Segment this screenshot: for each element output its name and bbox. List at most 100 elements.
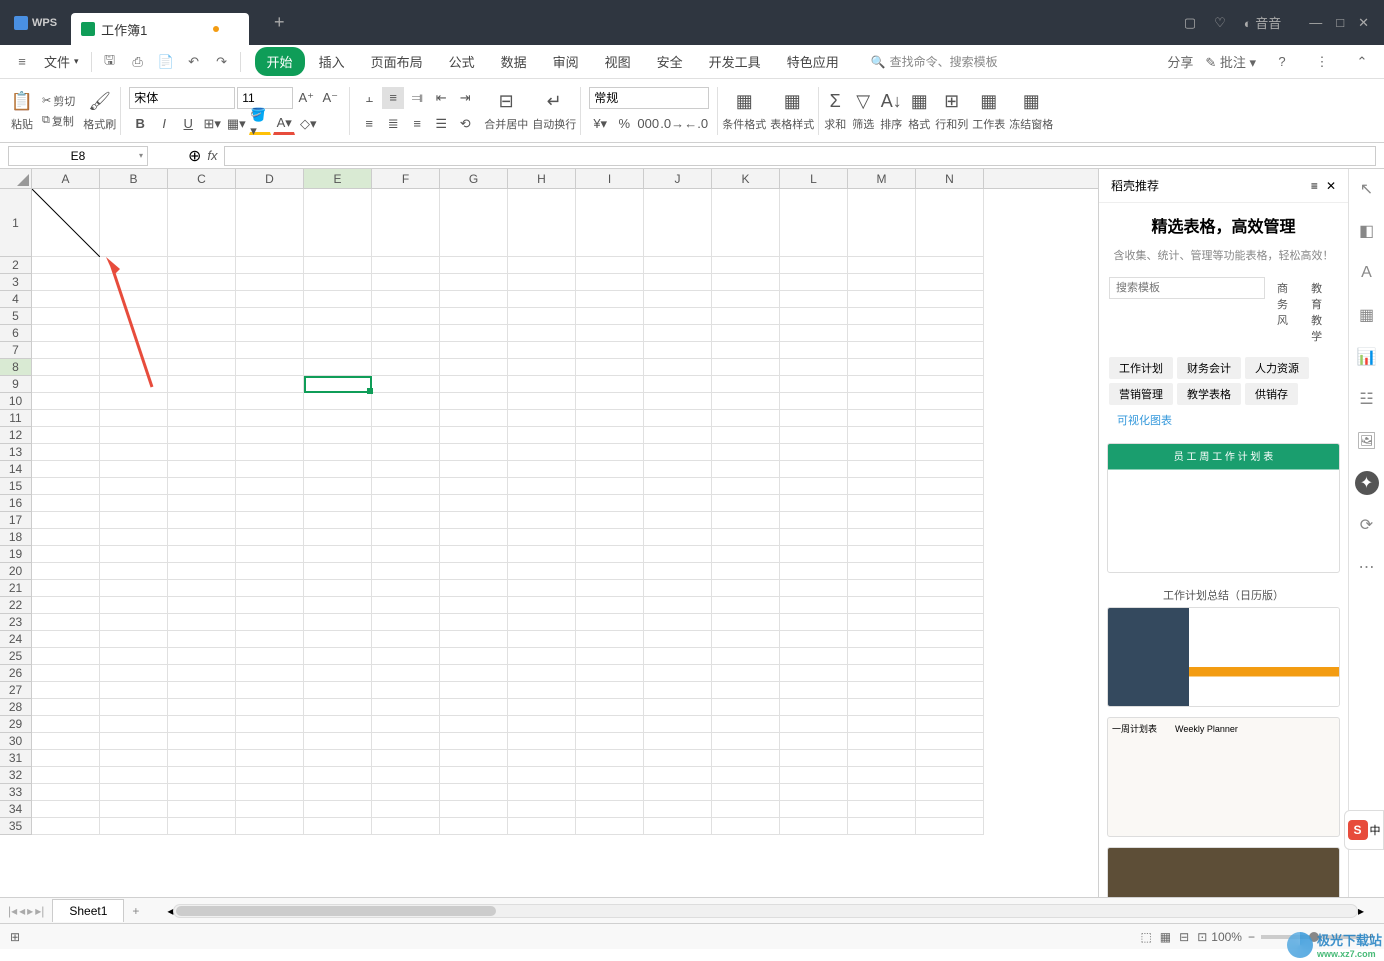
cell[interactable]: [576, 665, 644, 682]
prev-sheet-icon[interactable]: ◂: [19, 904, 25, 918]
cell[interactable]: [780, 529, 848, 546]
copy-button[interactable]: ⧉复制: [42, 113, 74, 129]
cell[interactable]: [780, 563, 848, 580]
cell[interactable]: [780, 682, 848, 699]
cell[interactable]: [576, 563, 644, 580]
cell[interactable]: [168, 274, 236, 291]
cell[interactable]: [236, 682, 304, 699]
cell[interactable]: [916, 427, 984, 444]
cell[interactable]: [304, 189, 372, 257]
cell[interactable]: [100, 546, 168, 563]
cell[interactable]: [168, 342, 236, 359]
cell[interactable]: [780, 716, 848, 733]
cell[interactable]: [440, 308, 508, 325]
cell[interactable]: [712, 801, 780, 818]
cell[interactable]: [236, 495, 304, 512]
cell[interactable]: [712, 597, 780, 614]
cell[interactable]: [372, 665, 440, 682]
cell[interactable]: [508, 648, 576, 665]
cell[interactable]: [372, 580, 440, 597]
cell[interactable]: [780, 784, 848, 801]
cell[interactable]: [576, 631, 644, 648]
conditional-format-button[interactable]: ▦ 条件格式: [720, 88, 768, 134]
cell[interactable]: [780, 376, 848, 393]
col-header[interactable]: M: [848, 169, 916, 188]
cell[interactable]: [780, 444, 848, 461]
cell[interactable]: [916, 546, 984, 563]
cell[interactable]: [32, 189, 100, 257]
cell[interactable]: [100, 631, 168, 648]
cell[interactable]: [508, 427, 576, 444]
cell[interactable]: [576, 257, 644, 274]
cell[interactable]: [848, 189, 916, 257]
cell[interactable]: [712, 767, 780, 784]
cell[interactable]: [236, 665, 304, 682]
row-header[interactable]: 35: [0, 818, 31, 835]
cell[interactable]: [848, 274, 916, 291]
cell[interactable]: [644, 410, 712, 427]
cell[interactable]: [372, 750, 440, 767]
cell[interactable]: [304, 767, 372, 784]
cell[interactable]: [848, 495, 916, 512]
cell[interactable]: [508, 614, 576, 631]
more-icon[interactable]: ⋮: [1308, 48, 1336, 76]
cell[interactable]: [712, 648, 780, 665]
cell[interactable]: [304, 274, 372, 291]
cell[interactable]: [508, 818, 576, 835]
cell[interactable]: [168, 733, 236, 750]
cell[interactable]: [372, 325, 440, 342]
row-header[interactable]: 2: [0, 257, 31, 274]
row-header[interactable]: 13: [0, 444, 31, 461]
col-header[interactable]: N: [916, 169, 984, 188]
cell[interactable]: [304, 291, 372, 308]
cell[interactable]: [848, 750, 916, 767]
cell[interactable]: [916, 529, 984, 546]
cell[interactable]: [576, 767, 644, 784]
tab-view[interactable]: 视图: [593, 47, 643, 76]
cell[interactable]: [440, 274, 508, 291]
row-header[interactable]: 1: [0, 189, 31, 257]
orientation-icon[interactable]: ⟲: [454, 113, 476, 135]
cell[interactable]: [712, 750, 780, 767]
cell[interactable]: [780, 291, 848, 308]
cell[interactable]: [712, 818, 780, 835]
format-painter-button[interactable]: 🖌 格式刷: [81, 88, 118, 134]
help-icon[interactable]: ?: [1268, 48, 1296, 76]
cell[interactable]: [780, 478, 848, 495]
cell[interactable]: [236, 274, 304, 291]
cell[interactable]: [236, 767, 304, 784]
cell[interactable]: [508, 444, 576, 461]
cell[interactable]: [848, 342, 916, 359]
cell[interactable]: [372, 376, 440, 393]
cell[interactable]: [32, 614, 100, 631]
cell[interactable]: [100, 665, 168, 682]
cell[interactable]: [372, 274, 440, 291]
increase-font-icon[interactable]: A⁺: [295, 87, 317, 109]
cell[interactable]: [644, 597, 712, 614]
row-header[interactable]: 20: [0, 563, 31, 580]
cell[interactable]: [100, 580, 168, 597]
cell[interactable]: [168, 495, 236, 512]
cell[interactable]: [372, 563, 440, 580]
cell[interactable]: [712, 784, 780, 801]
cell[interactable]: [576, 308, 644, 325]
cell[interactable]: [440, 682, 508, 699]
cell[interactable]: [712, 308, 780, 325]
cell[interactable]: [304, 818, 372, 835]
cell[interactable]: [168, 682, 236, 699]
cell[interactable]: [712, 376, 780, 393]
filter-tab[interactable]: 商务风: [1269, 277, 1299, 347]
cell[interactable]: [576, 393, 644, 410]
col-header[interactable]: E: [304, 169, 372, 188]
cell[interactable]: [304, 257, 372, 274]
cell[interactable]: [100, 376, 168, 393]
row-header[interactable]: 18: [0, 529, 31, 546]
cell[interactable]: [168, 393, 236, 410]
cell[interactable]: [440, 529, 508, 546]
col-header[interactable]: C: [168, 169, 236, 188]
cell-style-button[interactable]: ▦▾: [225, 113, 247, 135]
styles-icon[interactable]: ◧: [1355, 219, 1379, 243]
row-header[interactable]: 6: [0, 325, 31, 342]
cell[interactable]: [372, 818, 440, 835]
cell[interactable]: [644, 750, 712, 767]
